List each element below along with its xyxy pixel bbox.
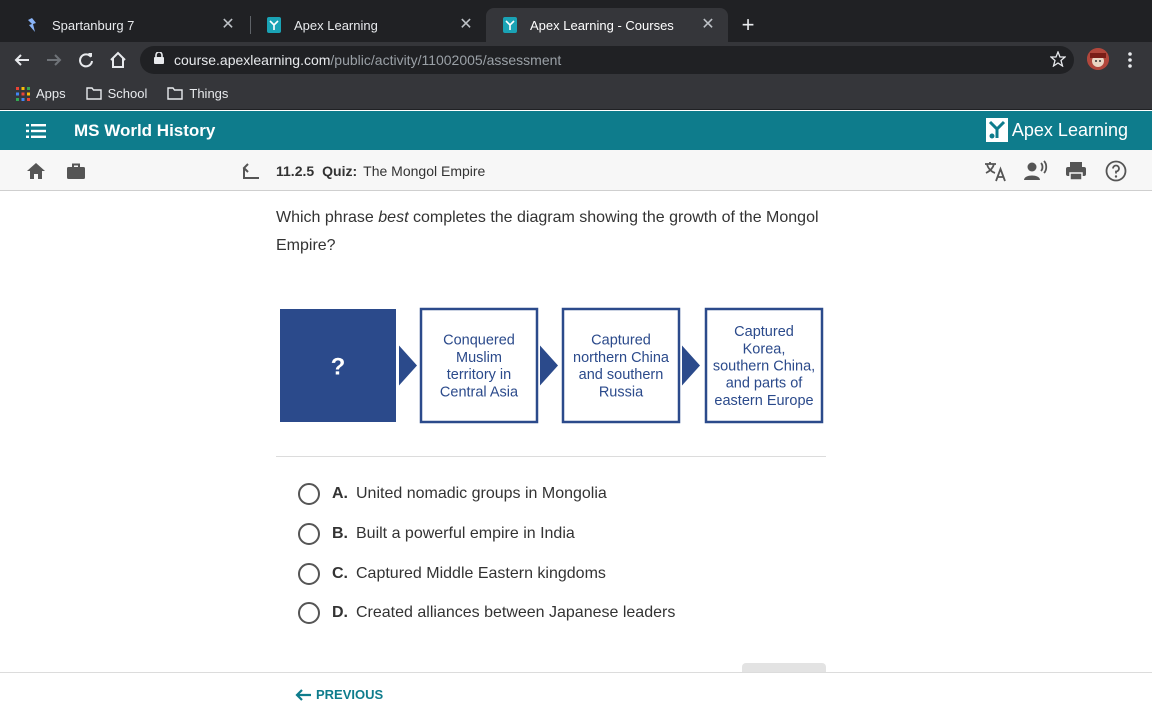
diagram-box-text: Central Asia <box>440 384 519 400</box>
diagram-box-text: Russia <box>599 384 644 400</box>
flow-arrow-icon <box>399 345 417 386</box>
bookmark-folder-things[interactable]: Things <box>163 82 232 106</box>
question-emphasis: best <box>378 209 409 226</box>
option-letter: D. <box>332 604 348 621</box>
tab-close-icon[interactable]: ✕ <box>458 17 474 33</box>
forward-arrow-icon[interactable] <box>42 48 66 72</box>
activity-number: 11.2.5 <box>276 163 315 179</box>
radio-button[interactable] <box>298 483 320 505</box>
browser-tab-strip: Spartanburg 7 ✕ Apex Learning ✕ Apex Lea… <box>0 0 1152 42</box>
placeholder-mark: ? <box>331 354 346 381</box>
bookmarks-bar: Apps School Things <box>0 78 1152 110</box>
course-title: MS World History <box>74 121 216 140</box>
menu-list-icon[interactable] <box>26 123 46 139</box>
radio-button[interactable] <box>298 523 320 545</box>
up-level-arrow-icon[interactable] <box>240 160 262 182</box>
apex-logo-icon <box>985 118 1008 142</box>
tab-close-icon[interactable]: ✕ <box>220 17 236 33</box>
diagram-box-text: northern China <box>573 350 670 366</box>
footer-nav: PREVIOUS <box>0 672 1152 720</box>
bookmark-label: Things <box>189 86 229 101</box>
course-header: MS World History Apex Learning <box>0 111 1152 150</box>
answer-option-b[interactable]: B. Built a powerful empire in India <box>298 522 575 546</box>
previous-label: PREVIOUS <box>316 687 384 702</box>
diagram-box-text: Captured <box>591 333 651 349</box>
apps-grid-icon <box>16 86 30 101</box>
option-letter: B. <box>332 525 348 542</box>
tab-favicon-icon <box>24 17 40 33</box>
translate-icon[interactable] <box>984 160 1008 182</box>
diagram-box-text: Muslim <box>456 350 502 366</box>
folder-icon <box>85 87 102 100</box>
flow-arrow-icon <box>682 345 700 386</box>
mongol-growth-diagram: ? ConqueredMuslimterritory inCentral Asia… <box>280 307 824 424</box>
home-icon[interactable] <box>25 160 47 182</box>
bookmark-folder-school[interactable]: School <box>82 82 152 106</box>
radio-button[interactable] <box>298 602 320 624</box>
diagram-box-text: and southern <box>579 367 664 383</box>
previous-button[interactable]: PREVIOUS <box>294 687 383 702</box>
profile-avatar[interactable] <box>1087 48 1109 70</box>
activity-title: The Mongol Empire <box>363 163 486 179</box>
browser-toolbar: course.apexlearning.com/public/activity/… <box>0 42 1152 78</box>
apex-favicon-icon <box>502 17 518 33</box>
apex-learning-logo: Apex Learning <box>985 118 1128 142</box>
diagram-box-text: territory in <box>447 367 511 383</box>
briefcase-icon[interactable] <box>65 160 87 182</box>
option-letter: A. <box>332 485 348 502</box>
reload-icon[interactable] <box>74 48 98 72</box>
url-domain: course.apexlearning.com <box>174 52 331 68</box>
diagram-box-text: southern China, <box>713 359 815 375</box>
diagram-box-text: Conquered <box>443 333 515 349</box>
option-text: Captured Middle Eastern kingdoms <box>356 565 606 582</box>
activity-nav-bar: 11.2.5 Quiz: The Mongol Empire <box>0 150 1152 191</box>
new-tab-button[interactable]: + <box>736 14 760 38</box>
question-prompt: Which phrase best completes the diagram … <box>276 204 836 260</box>
diagram-box-text: eastern Europe <box>714 393 813 409</box>
option-letter: C. <box>332 565 348 582</box>
url-path: /public/activity/11002005/assessment <box>330 52 562 68</box>
tab-spartanburg[interactable]: Spartanburg 7 ✕ <box>8 8 248 42</box>
url-text: course.apexlearning.com/public/activity/… <box>174 52 561 68</box>
bookmark-apps[interactable]: Apps <box>12 82 70 106</box>
folder-icon <box>167 87 184 100</box>
tab-title: Apex Learning - Courses <box>530 17 674 33</box>
arrow-left-icon <box>295 688 311 701</box>
bookmark-label: Apps <box>36 86 66 101</box>
divider <box>276 456 826 457</box>
answer-option-a[interactable]: A. United nomadic groups in Mongolia <box>298 482 607 506</box>
radio-button[interactable] <box>298 563 320 585</box>
tab-title: Spartanburg 7 <box>52 17 135 33</box>
back-arrow-icon[interactable] <box>10 48 34 72</box>
tab-apex-courses[interactable]: Apex Learning - Courses ✕ <box>486 8 728 42</box>
print-icon[interactable] <box>1064 160 1088 182</box>
bookmark-star-icon[interactable] <box>1049 50 1067 72</box>
bookmark-label: School <box>107 86 148 101</box>
tab-apex-learning[interactable]: Apex Learning ✕ <box>250 8 486 42</box>
brand-name: Apex Learning <box>1011 119 1128 140</box>
apex-favicon-icon <box>266 17 282 33</box>
address-bar[interactable]: course.apexlearning.com/public/activity/… <box>140 46 1074 74</box>
diagram-box-text: Korea, <box>743 341 786 357</box>
activity-type: Quiz: <box>322 163 358 179</box>
diagram-box-text: Captured <box>734 324 794 340</box>
answer-option-d[interactable]: D. Created alliances between Japanese le… <box>298 601 675 625</box>
help-icon[interactable] <box>1104 160 1128 182</box>
option-text: United nomadic groups in Mongolia <box>356 485 607 502</box>
diagram-box-text: and parts of <box>726 376 804 392</box>
lock-icon <box>154 51 164 69</box>
tab-title: Apex Learning <box>294 17 378 33</box>
answer-option-c[interactable]: C. Captured Middle Eastern kingdoms <box>298 562 606 586</box>
browser-menu-icon[interactable] <box>1122 50 1138 70</box>
text-to-speech-icon[interactable] <box>1024 160 1048 182</box>
flow-arrow-icon <box>540 345 558 386</box>
tab-close-icon[interactable]: ✕ <box>700 17 716 33</box>
option-text: Built a powerful empire in India <box>356 525 575 542</box>
option-text: Created alliances between Japanese leade… <box>356 604 676 621</box>
question-text-before: Which phrase <box>276 209 379 226</box>
home-icon[interactable] <box>106 48 130 72</box>
breadcrumb: 11.2.5 Quiz: The Mongol Empire <box>276 163 485 179</box>
